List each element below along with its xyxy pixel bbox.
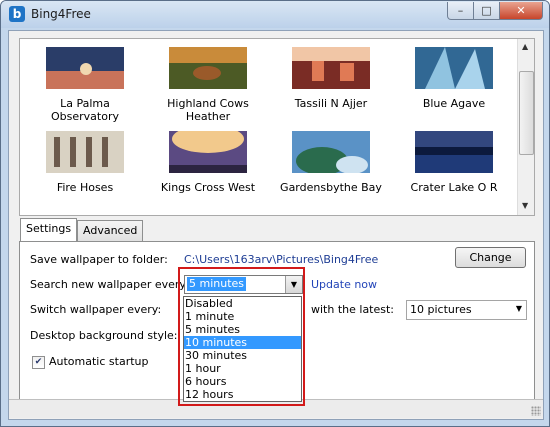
- app-window: b Bing4Free – □ ✕ La Palma Observatory H…: [0, 0, 550, 427]
- tab-advanced-settings[interactable]: Advanced Settings: [77, 220, 144, 257]
- gallery-caption: Crater Lake O R: [410, 181, 498, 194]
- gallery-caption: Gardensbythe Bay: [280, 181, 382, 194]
- tab-settings[interactable]: Settings: [20, 218, 78, 241]
- title-bar[interactable]: b Bing4Free – □ ✕: [1, 1, 549, 28]
- chevron-down-icon[interactable]: ▼: [516, 304, 522, 313]
- change-folder-button[interactable]: Change: [455, 247, 526, 268]
- resize-grip-icon[interactable]: [531, 406, 541, 416]
- automatic-startup-label: Automatic startup: [49, 355, 149, 368]
- bing-logo-icon: b: [9, 6, 25, 22]
- wallpaper-thumbnail: [46, 131, 124, 173]
- wallpaper-thumbnail: [46, 47, 124, 89]
- gallery-item[interactable]: La Palma Observatory: [30, 47, 140, 123]
- gallery-item[interactable]: Blue Agave: [399, 47, 509, 110]
- switch-interval-label: Switch wallpaper every:: [30, 303, 162, 316]
- close-button[interactable]: ✕: [499, 2, 543, 20]
- gallery-caption: Tassili N Ajjer: [294, 97, 368, 110]
- gallery-item[interactable]: Crater Lake O R: [399, 131, 509, 194]
- latest-count-value: 10 pictures: [410, 303, 472, 316]
- wallpaper-thumbnail: [169, 125, 247, 173]
- highlight-box: [178, 267, 305, 406]
- wallpaper-thumbnail: [415, 47, 493, 89]
- save-folder-label: Save wallpaper to folder:: [30, 253, 168, 266]
- wallpaper-thumbnail: [292, 131, 370, 175]
- gallery-item[interactable]: Kings Cross West: [153, 125, 263, 194]
- gallery-item[interactable]: Fire Hoses: [30, 131, 140, 194]
- gallery-caption: Highland Cows Heather: [167, 97, 249, 123]
- scroll-thumb[interactable]: [519, 71, 534, 155]
- latest-count-select[interactable]: 10 pictures ▼: [406, 300, 527, 320]
- gallery-item[interactable]: Highland Cows Heather: [153, 47, 263, 123]
- gallery-caption: La Palma Observatory: [51, 97, 119, 123]
- latest-count-label: with the latest:: [311, 303, 395, 316]
- minimize-button[interactable]: –: [447, 2, 474, 20]
- gallery-caption: Blue Agave: [422, 97, 486, 110]
- automatic-startup-checkbox[interactable]: ✔: [32, 356, 45, 369]
- scroll-down-icon[interactable]: ▼: [522, 201, 528, 210]
- wallpaper-thumbnail: [415, 131, 493, 173]
- search-interval-label: Search new wallpaper every:: [30, 278, 189, 291]
- window-title: Bing4Free: [31, 7, 91, 21]
- gallery-caption: Fire Hoses: [56, 181, 114, 194]
- update-now-link[interactable]: Update now: [311, 278, 377, 291]
- gallery-item[interactable]: Gardensbythe Bay: [276, 131, 386, 194]
- save-folder-path: C:\Users\163arv\Pictures\Bing4Free: [184, 253, 379, 266]
- gallery-caption: Kings Cross West: [160, 181, 256, 194]
- wallpaper-gallery: La Palma Observatory Highland Cows Heath…: [19, 38, 535, 216]
- checkmark-icon: ✔: [34, 357, 43, 367]
- scroll-up-icon[interactable]: ▲: [522, 42, 528, 51]
- gallery-scrollbar[interactable]: ▲ ▼: [517, 39, 534, 215]
- background-style-label: Desktop background style:: [30, 329, 178, 342]
- wallpaper-thumbnail: [292, 47, 370, 89]
- maximize-button[interactable]: □: [473, 2, 500, 20]
- wallpaper-thumbnail: [169, 47, 247, 89]
- gallery-item[interactable]: Tassili N Ajjer: [276, 47, 386, 110]
